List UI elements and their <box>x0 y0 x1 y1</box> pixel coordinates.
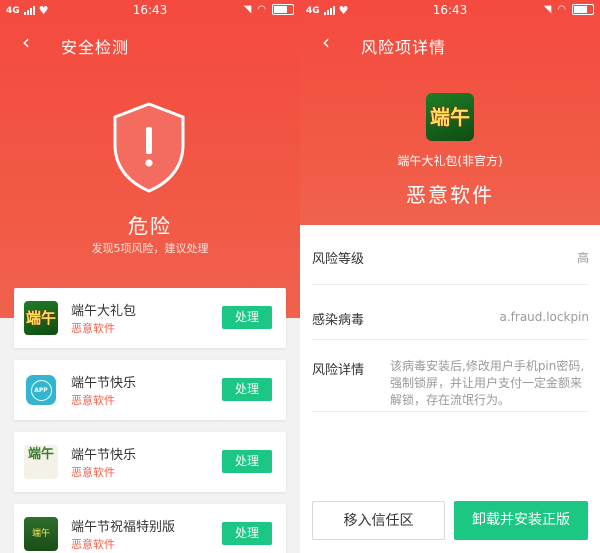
risk-detail-label: 风险详情 <box>312 363 365 378</box>
app-name: 端午大礼包(非官方) <box>397 154 503 168</box>
list-item: 端午 端午节快乐 恶意软件 处理 <box>14 432 286 492</box>
virus-value: a.fraud.lockpin <box>499 310 590 324</box>
infected-virus-row: 感染病毒 a.fraud.lockpin <box>312 285 589 340</box>
handle-button[interactable]: 处理 <box>222 450 272 473</box>
app-icon: 端午 <box>24 301 58 335</box>
security-check-screen: 4G ♥ 16:43 ◥ ◠ ‹ 安全检测 危险 发现5项风险，建议处理 端午 … <box>0 0 300 553</box>
list-item: 端午 端午节祝福特别版 恶意软件 处理 <box>14 504 286 553</box>
wifi-icon: ◠ <box>257 4 266 15</box>
page-title: 风险项详情 <box>361 38 447 57</box>
app-name: 端午大礼包 <box>71 304 137 319</box>
handle-button[interactable]: 处理 <box>222 378 272 401</box>
app-icon-label: APP <box>30 379 52 401</box>
risk-detail-screen: 4G ♥ 16:43 ◥ ◠ ‹ 风险项详情 端午 端午大礼包(非官方) 恶意软… <box>300 0 600 553</box>
risk-level-row: 风险等级 高 <box>312 230 589 285</box>
virus-label: 感染病毒 <box>312 313 365 328</box>
risk-level-value: 高 <box>576 251 589 265</box>
app-name: 端午节快乐 <box>71 376 137 391</box>
titlebar: ‹ 风险项详情 <box>300 28 600 60</box>
status-bar: 4G ♥ 16:43 ◥ ◠ <box>300 0 600 20</box>
app-name: 端午节快乐 <box>71 448 137 463</box>
page-title: 安全检测 <box>61 38 130 57</box>
move-to-trusted-button[interactable]: 移入信任区 <box>312 501 445 540</box>
risk-detail-text: 该病毒安装后,修改用户手机pin密码,强制锁屏，并让用户支付一定金额来解锁，存在… <box>390 359 585 407</box>
risk-tag: 恶意软件 <box>71 322 115 335</box>
titlebar: ‹ 安全检测 <box>0 28 300 60</box>
back-arrow-icon[interactable]: ‹ <box>322 32 330 52</box>
app-icon: 端午 <box>426 93 474 141</box>
handle-button[interactable]: 处理 <box>222 306 272 329</box>
battery-icon <box>272 4 294 15</box>
app-name: 端午节祝福特别版 <box>71 520 176 535</box>
list-item: APP 端午节快乐 恶意软件 处理 <box>14 360 286 420</box>
risk-verdict: 恶意软件 <box>406 183 494 207</box>
risk-tag: 恶意软件 <box>71 394 115 407</box>
risk-detail-row: 风险详情 该病毒安装后,修改用户手机pin密码,强制锁屏，并让用户支付一定金额来… <box>312 340 589 412</box>
risk-summary: 发现5项风险，建议处理 <box>91 242 209 255</box>
risk-status: 危险 <box>128 214 172 238</box>
mute-icon: ◥ <box>243 4 252 15</box>
app-icon: 端午 <box>24 445 58 479</box>
list-item: 端午 端午大礼包 恶意软件 处理 <box>14 288 286 348</box>
wifi-icon: ◠ <box>557 4 566 15</box>
risk-tag: 恶意软件 <box>71 538 115 551</box>
app-icon: APP <box>24 373 58 407</box>
shield-exclamation-icon <box>113 102 185 193</box>
risk-level-label: 风险等级 <box>312 252 365 267</box>
back-arrow-icon[interactable]: ‹ <box>22 32 30 52</box>
risk-tag: 恶意软件 <box>71 466 115 479</box>
handle-button[interactable]: 处理 <box>222 522 272 545</box>
status-bar: 4G ♥ 16:43 ◥ ◠ <box>0 0 300 20</box>
battery-icon <box>572 4 594 15</box>
uninstall-install-official-button[interactable]: 卸载并安装正版 <box>454 501 588 540</box>
mute-icon: ◥ <box>543 4 552 15</box>
app-icon: 端午 <box>24 517 58 551</box>
